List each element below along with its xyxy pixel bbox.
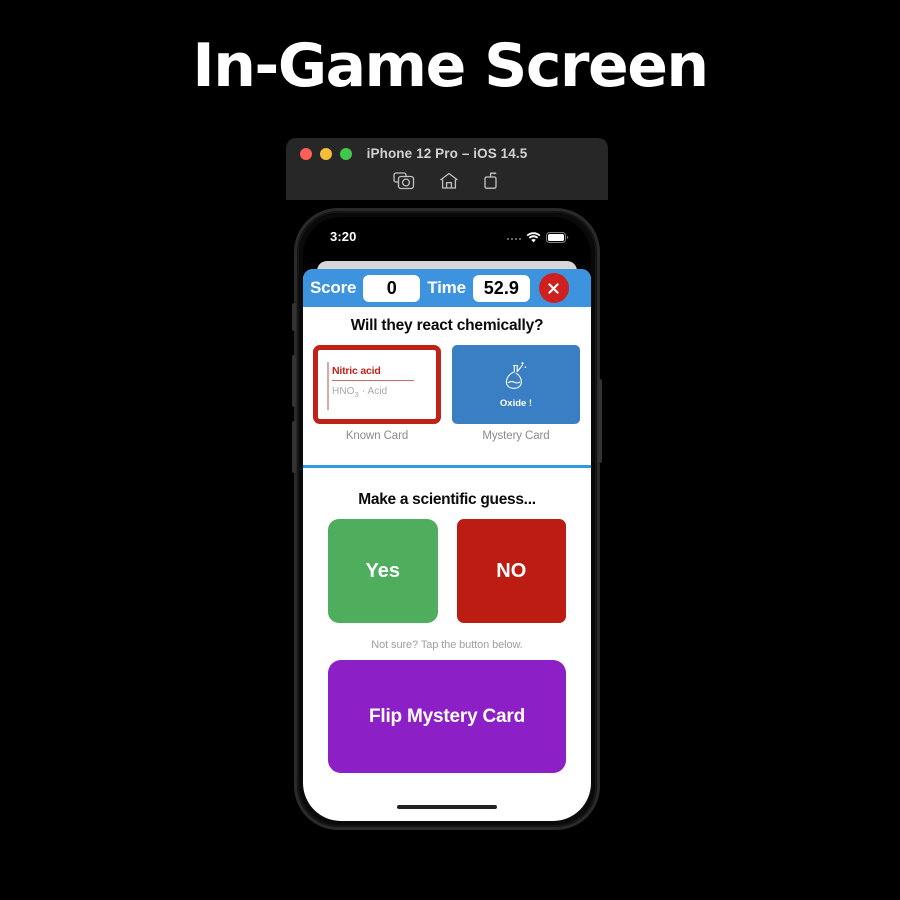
known-card-subtitle: HNO3 · Acid bbox=[332, 386, 388, 399]
known-card-rule bbox=[332, 380, 414, 381]
home-icon[interactable] bbox=[439, 172, 459, 190]
yes-button[interactable]: Yes bbox=[328, 519, 438, 623]
question-text: Will they react chemically? bbox=[350, 317, 544, 334]
rotate-icon[interactable] bbox=[483, 172, 501, 190]
time-value: 52.9 bbox=[472, 274, 530, 302]
guess-title: Make a scientific guess... bbox=[358, 491, 536, 508]
home-indicator[interactable] bbox=[397, 805, 497, 809]
flip-mystery-card-button[interactable]: Flip Mystery Card bbox=[328, 660, 566, 773]
mystery-card-caption: Mystery Card bbox=[482, 430, 550, 442]
screenshot-camera-icon[interactable] bbox=[393, 172, 415, 190]
phone-screen: 3:20 Score 0 Time 52.9 Will they react c… bbox=[303, 217, 591, 821]
known-card-accent-bar bbox=[327, 362, 329, 410]
simulator-window-chrome: iPhone 12 Pro – iOS 14.5 bbox=[286, 138, 608, 200]
section-divider bbox=[303, 465, 591, 468]
power-button[interactable] bbox=[598, 379, 602, 463]
guess-buttons-row: Yes NO bbox=[328, 519, 566, 623]
no-button[interactable]: NO bbox=[456, 519, 566, 623]
known-card-column: Nitric acid HNO3 · Acid Known Card bbox=[313, 345, 441, 442]
mystery-card[interactable]: Oxide ! bbox=[452, 345, 580, 424]
score-label: Score bbox=[310, 278, 357, 297]
close-x-icon bbox=[548, 282, 559, 294]
volume-down-button[interactable] bbox=[292, 421, 296, 473]
simulator-window-title: iPhone 12 Pro – iOS 14.5 bbox=[366, 146, 528, 161]
app-screen: Score 0 Time 52.9 Will they react chemic… bbox=[303, 243, 591, 821]
device-notch bbox=[387, 217, 507, 233]
game-sheet: Score 0 Time 52.9 Will they react chemic… bbox=[303, 269, 591, 821]
hint-text: Not sure? Tap the button below. bbox=[371, 639, 523, 651]
page-title: In-Game Screen bbox=[192, 31, 709, 101]
flask-icon bbox=[503, 360, 529, 395]
simulator-toolbar bbox=[286, 172, 608, 190]
signal-dots-icon bbox=[506, 237, 521, 241]
known-card-caption: Known Card bbox=[345, 430, 409, 442]
time-label: Time bbox=[427, 278, 466, 297]
silent-switch[interactable] bbox=[292, 303, 296, 331]
close-button[interactable] bbox=[538, 273, 569, 303]
status-bar-time: 3:20 bbox=[330, 229, 357, 244]
iphone-device-frame: 3:20 Score 0 Time 52.9 Will they react c… bbox=[292, 208, 602, 830]
mystery-card-column: Oxide ! Mystery Card bbox=[452, 345, 580, 442]
score-value: 0 bbox=[363, 274, 421, 302]
known-card-name: Nitric acid bbox=[332, 365, 381, 377]
known-card[interactable]: Nitric acid HNO3 · Acid bbox=[313, 345, 441, 424]
volume-up-button[interactable] bbox=[292, 355, 296, 407]
mystery-card-label: Oxide ! bbox=[499, 398, 533, 409]
game-hud-bar: Score 0 Time 52.9 bbox=[303, 269, 591, 307]
cards-row: Nitric acid HNO3 · Acid Known Card Oxide… bbox=[313, 345, 581, 442]
